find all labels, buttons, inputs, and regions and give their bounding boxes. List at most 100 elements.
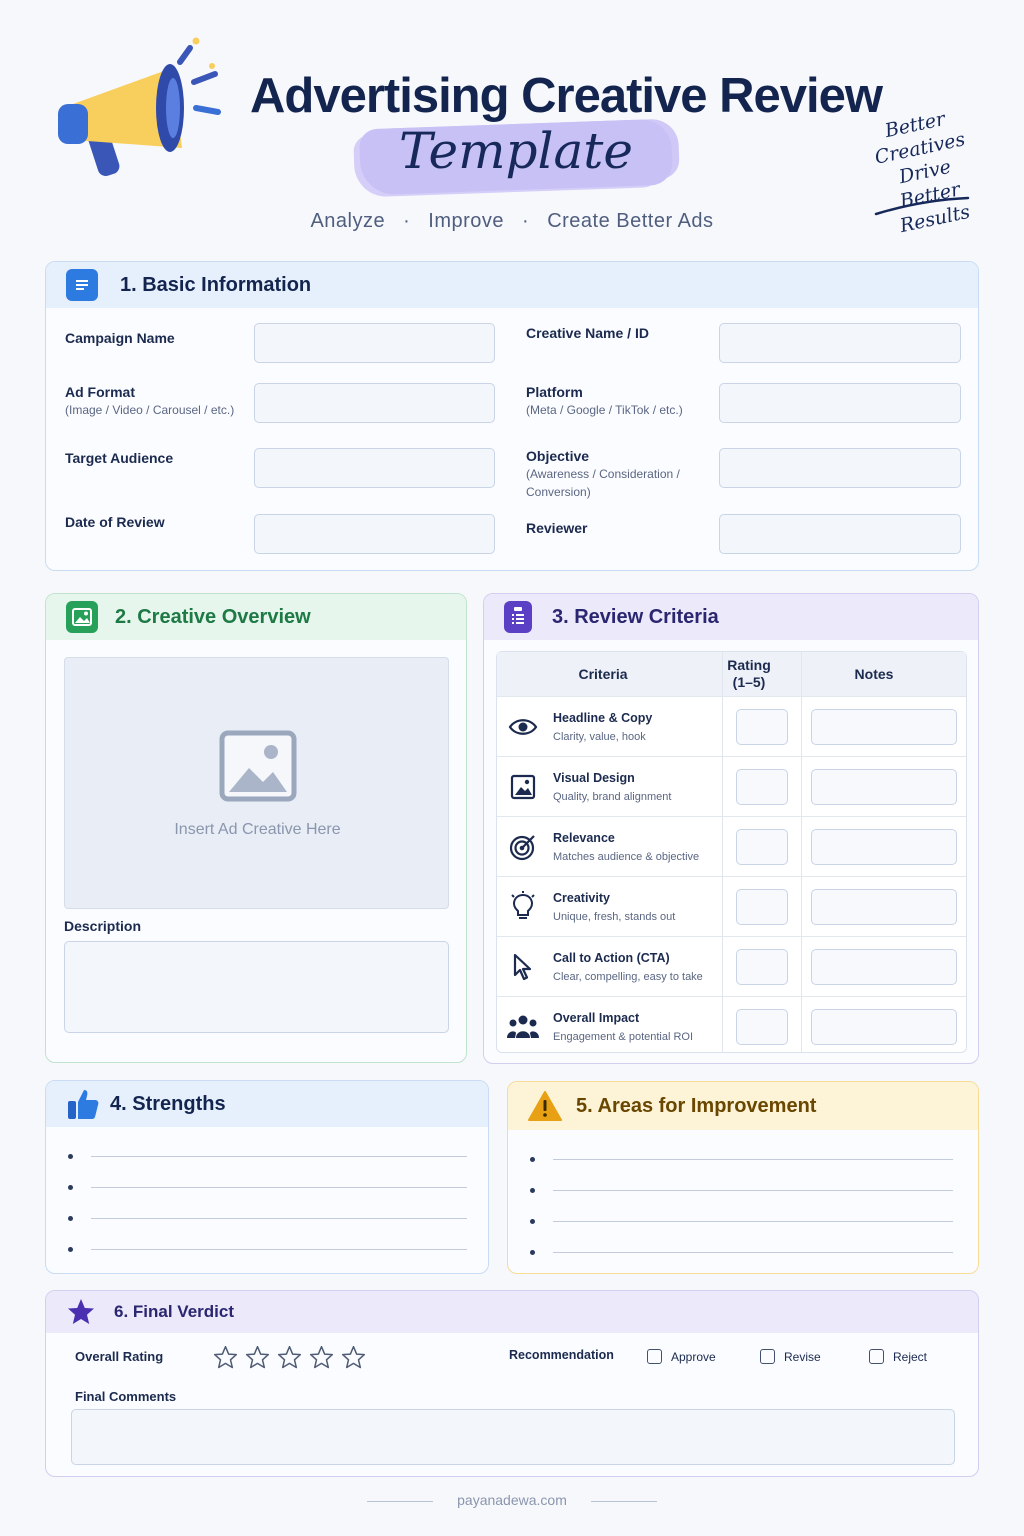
- picture-icon: [66, 601, 98, 633]
- warning-icon: [528, 1090, 562, 1122]
- approve-option[interactable]: Approve: [647, 1349, 716, 1364]
- date-of-review-label-group: Date of Review: [65, 514, 165, 530]
- notes-input[interactable]: [810, 888, 957, 925]
- rating-input[interactable]: [735, 828, 788, 865]
- bullet-item[interactable]: [46, 1203, 488, 1234]
- bullet-dot: [68, 1247, 73, 1252]
- rating-input[interactable]: [735, 1008, 788, 1045]
- clipboard-icon: [504, 601, 532, 633]
- footer-rule-left: [367, 1501, 433, 1502]
- date-of-review-label: Date of Review: [65, 514, 165, 530]
- revise-label: Revise: [784, 1349, 821, 1364]
- approve-label: Approve: [671, 1349, 716, 1364]
- bullet-item[interactable]: [46, 1234, 488, 1265]
- creative-drop-zone[interactable]: Insert Ad Creative Here: [64, 657, 449, 909]
- creative-overview-header: 2. Creative Overview: [46, 594, 466, 640]
- target-audience-input[interactable]: [254, 448, 495, 488]
- bullet-dot: [530, 1250, 535, 1255]
- star-outline-icon[interactable]: [277, 1345, 302, 1375]
- people-icon: [497, 1014, 549, 1040]
- basic-information-title: 1. Basic Information: [120, 273, 312, 296]
- star-outline-icon[interactable]: [309, 1345, 334, 1375]
- notes-input[interactable]: [810, 768, 957, 805]
- improvement-list: [508, 1130, 978, 1268]
- strengths-list: [46, 1127, 488, 1265]
- objective-input[interactable]: [719, 448, 961, 488]
- bullet-item[interactable]: [508, 1144, 978, 1175]
- writing-line: [91, 1156, 467, 1157]
- final-comments-input[interactable]: [71, 1409, 955, 1465]
- platform-label-group: Platform (Meta / Google / TikTok / etc.): [526, 384, 683, 419]
- date-of-review-input[interactable]: [254, 514, 495, 554]
- bullet-item[interactable]: [508, 1237, 978, 1268]
- creative-placeholder-text: Insert Ad Creative Here: [174, 821, 341, 838]
- rating-cell: [722, 1008, 801, 1045]
- writing-line: [553, 1190, 953, 1191]
- tagline-improve: Improve: [428, 210, 505, 232]
- bullet-item[interactable]: [508, 1206, 978, 1237]
- ad-format-input[interactable]: [254, 383, 495, 423]
- campaign-name-input[interactable]: [254, 323, 495, 363]
- star-outline-icon[interactable]: [213, 1345, 238, 1375]
- criteria-text: Call to Action (CTA) Clear, compelling, e…: [549, 951, 722, 983]
- ad-format-label: Ad Format: [65, 384, 135, 400]
- notes-cell: [801, 888, 966, 925]
- footer-rule-right: [591, 1501, 657, 1502]
- criteria-column-header: Criteria: [578, 666, 628, 682]
- bullet-dot: [530, 1188, 535, 1193]
- criteria-text: Relevance Matches audience & objective: [549, 831, 722, 863]
- criteria-name: Overall Impact: [553, 1010, 640, 1025]
- writing-line: [91, 1249, 467, 1250]
- tagline-create: Create Better Ads: [547, 210, 714, 232]
- thumbs-up-icon: [66, 1087, 100, 1121]
- criteria-row: Headline & Copy Clarity, value, hook: [497, 696, 966, 756]
- notes-input[interactable]: [810, 948, 957, 985]
- revise-checkbox[interactable]: [760, 1349, 775, 1364]
- campaign-name-label-group: Campaign Name: [65, 330, 175, 346]
- description-input[interactable]: [64, 941, 449, 1033]
- criteria-name: Call to Action (CTA): [553, 950, 670, 965]
- bullet-item[interactable]: [46, 1172, 488, 1203]
- rating-cell: [722, 948, 801, 985]
- platform-input[interactable]: [719, 383, 961, 423]
- megaphone-icon: [52, 36, 222, 186]
- reject-checkbox[interactable]: [869, 1349, 884, 1364]
- basic-information-card: 1. Basic Information Campaign Name Ad Fo…: [45, 261, 979, 571]
- bullet-item[interactable]: [508, 1175, 978, 1206]
- target-audience-label-group: Target Audience: [65, 450, 173, 466]
- star-rating[interactable]: [213, 1345, 366, 1375]
- star-outline-icon[interactable]: [341, 1345, 366, 1375]
- revise-option[interactable]: Revise: [760, 1349, 821, 1364]
- tagline: Analyze · Improve · Create Better Ads: [310, 210, 714, 232]
- bullet-dot: [530, 1157, 535, 1162]
- writing-line: [553, 1252, 953, 1253]
- creative-name-label-group: Creative Name / ID: [526, 325, 649, 341]
- bullet-dot: [68, 1154, 73, 1159]
- notes-cell: [801, 1008, 966, 1045]
- creative-name-input[interactable]: [719, 323, 961, 363]
- approve-checkbox[interactable]: [647, 1349, 662, 1364]
- objective-label-group: Objective (Awareness / Consideration / C…: [526, 448, 706, 501]
- notes-input[interactable]: [810, 708, 957, 745]
- rating-input[interactable]: [735, 888, 788, 925]
- rating-cell: [722, 768, 801, 805]
- reject-option[interactable]: Reject: [869, 1349, 927, 1364]
- criteria-text: Overall Impact Engagement & potential ROI: [549, 1011, 722, 1043]
- rating-input[interactable]: [735, 768, 788, 805]
- bullet-item[interactable]: [46, 1141, 488, 1172]
- star-outline-icon[interactable]: [245, 1345, 270, 1375]
- criteria-name: Creativity: [553, 890, 610, 905]
- final-verdict-header: 6. Final Verdict: [46, 1291, 978, 1333]
- rating-input[interactable]: [735, 948, 788, 985]
- rating-input[interactable]: [735, 708, 788, 745]
- criteria-description: Engagement & potential ROI: [553, 1030, 694, 1043]
- notes-input[interactable]: [810, 828, 957, 865]
- description-label: Description: [64, 918, 142, 934]
- criteria-text: Visual Design Quality, brand alignment: [549, 771, 722, 803]
- eye-icon: [497, 716, 549, 738]
- document-icon: [66, 269, 98, 301]
- criteria-text: Headline & Copy Clarity, value, hook: [549, 711, 722, 743]
- notes-cell: [801, 708, 966, 745]
- notes-input[interactable]: [810, 1008, 957, 1045]
- reviewer-input[interactable]: [719, 514, 961, 554]
